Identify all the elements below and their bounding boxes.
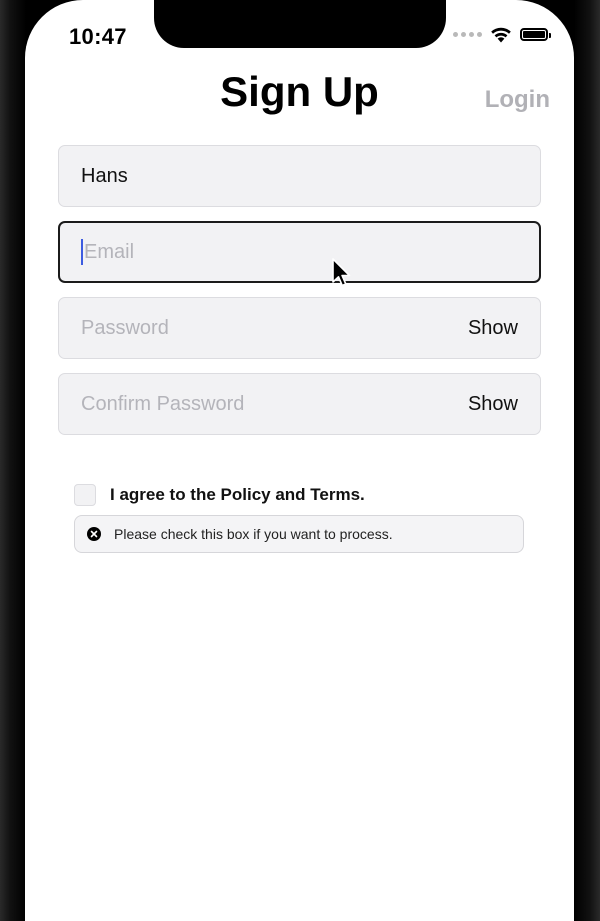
show-password-button[interactable]: Show [468,317,518,340]
password-input[interactable] [81,316,468,340]
confirm-password-input[interactable] [81,392,468,416]
device-frame: 10:47 Sign Up Login Show [0,0,600,921]
device-bezel-right [574,0,600,921]
signal-dots-icon [453,32,482,37]
email-input[interactable] [84,240,518,264]
status-icons [453,26,551,43]
error-x-icon [87,527,101,541]
text-caret [81,239,83,265]
battery-icon [520,28,551,41]
phone-screen: 10:47 Sign Up Login Show [25,0,574,921]
wifi-icon [491,27,511,43]
validation-tooltip: Please check this box if you want to pro… [74,515,524,553]
show-confirm-password-button[interactable]: Show [468,393,518,416]
validation-message: Please check this box if you want to pro… [114,526,393,542]
login-link[interactable]: Login [485,86,550,114]
device-bezel-left [0,0,26,921]
device-notch [154,0,446,48]
agree-row: I agree to the Policy and Terms. [74,484,365,506]
name-field[interactable] [58,145,541,207]
password-field[interactable]: Show [58,297,541,359]
agree-checkbox[interactable] [74,484,96,506]
email-field[interactable] [58,221,541,283]
agree-label[interactable]: I agree to the Policy and Terms. [110,485,365,505]
name-input[interactable] [81,164,518,188]
status-time: 10:47 [69,24,127,49]
confirm-password-field[interactable]: Show [58,373,541,435]
mouse-pointer-icon [332,258,351,287]
